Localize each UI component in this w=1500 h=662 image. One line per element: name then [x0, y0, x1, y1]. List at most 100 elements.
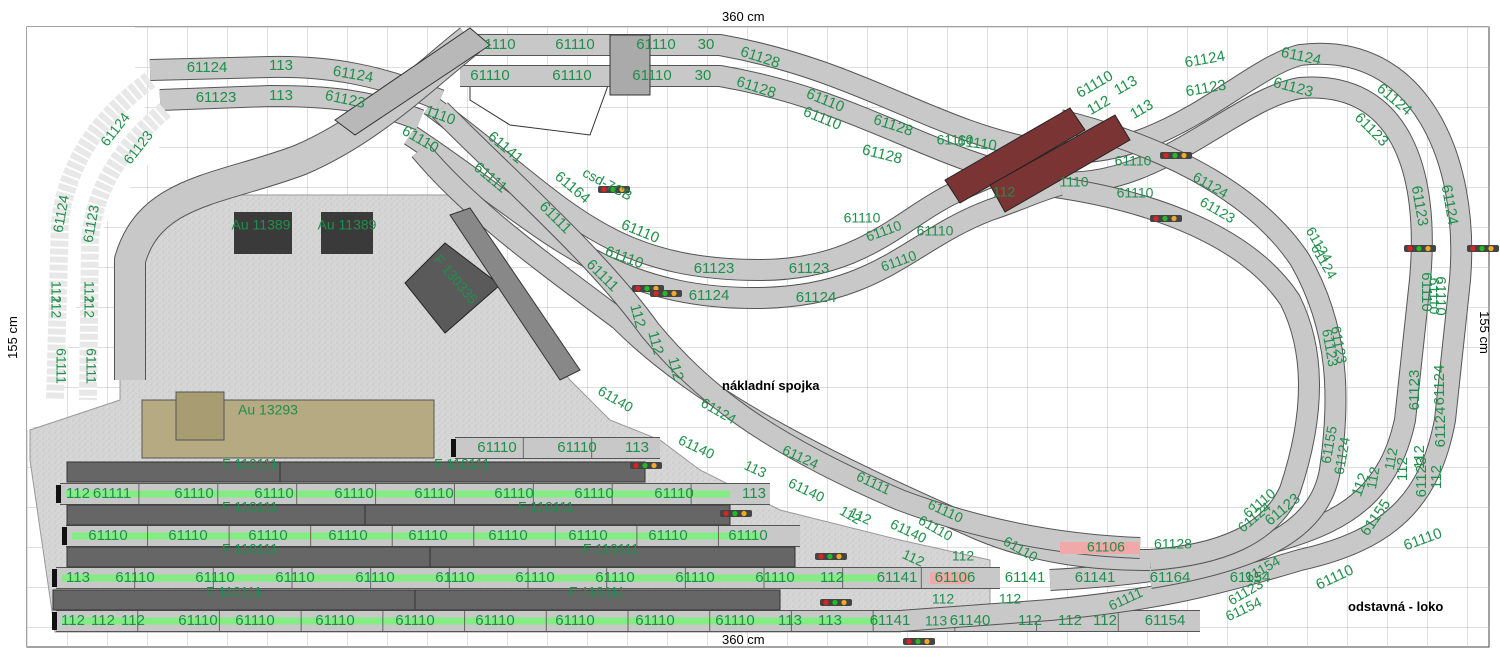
signal-5-lamp [827, 553, 833, 560]
yard-row-2-label: 61110 [648, 527, 688, 544]
misc-label: 61110 [1117, 185, 1154, 201]
yard-row-4-label: 61140 [950, 612, 991, 629]
upper-row-label: 113 [625, 439, 649, 456]
signal-1-lamp [1163, 152, 1169, 159]
yard-row-3-label: 61141 [1005, 569, 1046, 586]
platform-3 [66, 504, 368, 526]
signal-8-lamp [1407, 245, 1413, 252]
dimension-top: 360 cm [722, 9, 765, 24]
yard-row-3-label: 61110 [355, 569, 395, 586]
misc-label: 61110 [844, 210, 881, 226]
buffer-stop-1 [56, 485, 61, 503]
platform-label-4: F 110111 [518, 499, 574, 515]
yard-row-3-label: 112 [820, 569, 844, 586]
buffer-stop-3 [52, 569, 57, 587]
crossing-label: 61123 [694, 260, 735, 277]
yard-row-1-label: 112 [66, 485, 90, 502]
yard-row-3-label: 61164 [1150, 569, 1191, 586]
signal-4-lamp [732, 510, 738, 517]
yard-row-4-label: 61110 [235, 612, 275, 629]
signal-3-lamp [633, 462, 639, 469]
yard-row-2-label: 61110 [328, 527, 368, 544]
platform-label-7: F 110111 [206, 584, 262, 600]
platform-label-2: F 110111 [434, 456, 490, 472]
yard-row-4-label: 61110 [715, 612, 755, 629]
yard-row-4-label: 61110 [635, 612, 675, 629]
misc-label: 113 [925, 613, 948, 629]
loop-inner-label: 61123 [1406, 370, 1423, 411]
yard-row-2-label: 61110 [408, 527, 448, 544]
left-top-label: 113 [269, 57, 293, 74]
signal-7-lamp [915, 638, 921, 645]
yard-row-4-label: 61141 [870, 612, 911, 629]
top-straight-label: 30 [698, 36, 715, 53]
top-straight-label: 30 [695, 67, 712, 84]
signal-3-lamp [642, 462, 648, 469]
yard-row-1-label: 61110 [574, 485, 614, 502]
layout-plan: 112 61111 61110 61110 61110 61110 61110 61110 61… [0, 0, 1500, 657]
signal-1-lamp [1172, 152, 1178, 159]
yard-row-1-label: 61110 [174, 485, 214, 502]
left-curve-label: 112 [81, 296, 97, 319]
misc-label: 61110 [937, 132, 974, 148]
misc-label: 112 [952, 548, 975, 564]
signal-8-lamp [1425, 245, 1431, 252]
signal-9-lamp [1470, 245, 1476, 252]
yard-row-4-label: 112 [1018, 612, 1042, 629]
left-top-label: 61124 [187, 59, 228, 76]
platform-label-5: F 110111 [222, 541, 278, 557]
left-curve-label: 112 [48, 296, 64, 319]
upper-row-label: 61110 [557, 439, 597, 456]
left-curve-label: 61111 [83, 348, 99, 384]
dimension-left: 155 cm [4, 316, 20, 359]
buffer-stop-upper [451, 439, 456, 457]
signal-9-lamp [1488, 245, 1494, 252]
yard-row-4-label: 112 [61, 612, 85, 629]
misc-label: 61128 [1154, 536, 1192, 552]
loop-outer-label: 112 [1428, 465, 1445, 489]
top-straight-label: 61110 [470, 67, 510, 84]
platform-label-6: F 110111 [583, 541, 639, 557]
note-freight-link: nákladní spojka [722, 378, 820, 393]
left-top-label: 113 [269, 87, 293, 104]
building-label-2: Au 11389 [318, 217, 377, 233]
misc-label: 1110 [1059, 174, 1088, 190]
buffer-stop-2 [62, 527, 67, 545]
signal-2-lamp [1171, 215, 1177, 222]
yard-row-1-label: 61111 [93, 485, 131, 502]
signal-4-lamp [723, 510, 729, 517]
yard-row-4-label: 112 [121, 612, 145, 629]
building-label-1: Au 11389 [232, 217, 291, 233]
misc-label: 61110 [1426, 278, 1442, 315]
top-straight-label: 61110 [552, 67, 592, 84]
signal-2-lamp [1162, 215, 1168, 222]
yard-row-4-label: 61110 [395, 612, 435, 629]
signal-6-lamp [823, 599, 829, 606]
yard-row-4-label: 112 [91, 612, 115, 629]
misc-label: 112 [999, 591, 1022, 607]
signal-9-lamp [1479, 245, 1485, 252]
platform-label-8: F 110111 [569, 584, 625, 600]
yard-row-4-label: 112 [1093, 612, 1117, 629]
yard-row-4-label: 112 [1058, 612, 1082, 629]
yard-row-4-label: 61110 [475, 612, 515, 629]
yard-row-4-label: 61154 [1145, 612, 1186, 629]
dimension-right: 155 cm [1476, 311, 1492, 354]
yard-row-2-label: 61110 [168, 527, 208, 544]
yard-row-4-label: 61110 [555, 612, 595, 629]
signal-2-lamp [1153, 215, 1159, 222]
platform-label-3: F 110111 [222, 499, 278, 515]
signal-3-lamp [651, 462, 657, 469]
signal-6-lamp [841, 599, 847, 606]
top-straight-label: 61110 [632, 67, 672, 84]
yard-row-3-label: 61110 [755, 569, 795, 586]
loop-outer-label: 61124 [1432, 407, 1449, 448]
signal-5-lamp [836, 553, 842, 560]
platform-label-1: F 110111 [222, 456, 278, 472]
yard-row-2-label: 61110 [88, 527, 128, 544]
yard-row-3-label: 61141 [877, 569, 918, 586]
crossing-label: 61124 [796, 289, 837, 306]
signal-6-lamp [832, 599, 838, 606]
signal-8-lamp [1416, 245, 1422, 252]
buffer-stop-4 [52, 612, 57, 630]
